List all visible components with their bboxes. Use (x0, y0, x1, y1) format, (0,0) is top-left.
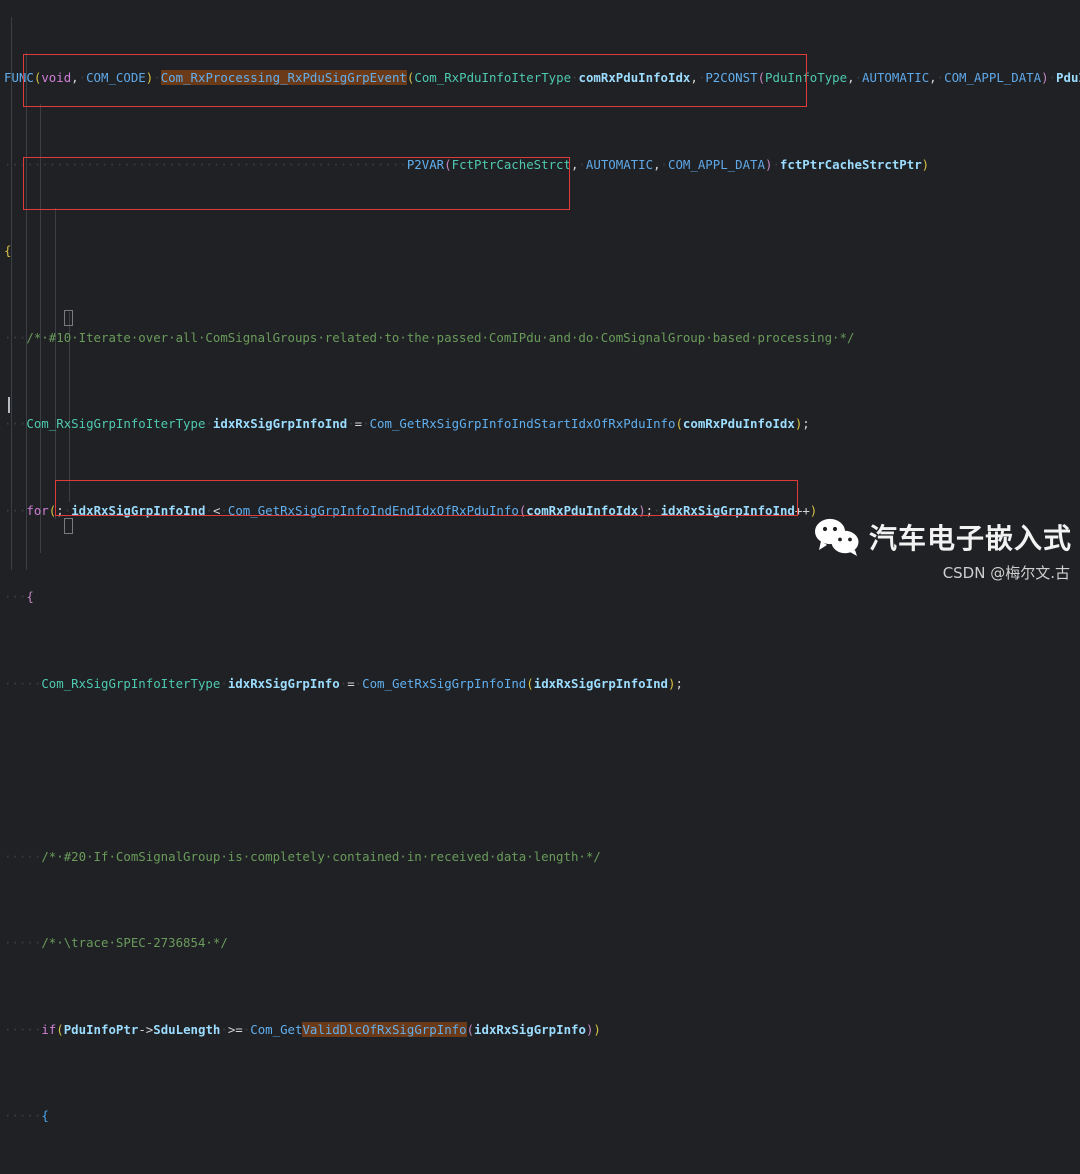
code-line: ·­·​·­·​·if(PduInfoPtr->SduLength·>=·Com… (4, 1021, 601, 1037)
code-line: ·­·​·­·​·/*·\trace·SPEC-2736854·*/ (4, 935, 228, 951)
code-line: ·­·​·­·​·{ (4, 1108, 49, 1123)
watermark-title: 汽车电子嵌入式 (868, 522, 1072, 555)
code-line: ·­·​·­·​·Com_RxSigGrpInfoIterType·idxRxS… (4, 675, 683, 691)
code-lines[interactable]: FUNC(void,·COM_CODE)·Com_RxProcessing_Rx… (0, 0, 1080, 1123)
code-line: ·­·​·­·​·­·​·­·​·­·​·­·​·­·​·­·​·­·​·­·​… (4, 156, 930, 172)
watermark-credit: CSDN @梅尔文.古 (942, 564, 1070, 582)
code-line: { (4, 243, 12, 259)
code-line: ·­·​·/*·#10·Iterate·over·all·ComSignalGr… (4, 329, 855, 345)
brace-match-box (64, 518, 73, 534)
brace-match-box (64, 310, 73, 326)
code-editor[interactable]: FUNC(void,·COM_CODE)·Com_RxProcessing_Rx… (0, 0, 1080, 1123)
code-line: FUNC(void,·COM_CODE)·Com_RxProcessing_Rx… (4, 70, 1080, 86)
code-line: ·­·​·Com_RxSigGrpInfoIterType·idxRxSigGr… (4, 416, 810, 432)
code-line: ·­·​·{ (4, 589, 34, 605)
text-caret (8, 397, 10, 413)
wechat-icon (814, 518, 859, 556)
code-line: ·­·​·­·​·/*·#20·If·ComSignalGroup·is·com… (4, 848, 601, 864)
watermark: 汽车电子嵌入式 (814, 517, 1072, 557)
